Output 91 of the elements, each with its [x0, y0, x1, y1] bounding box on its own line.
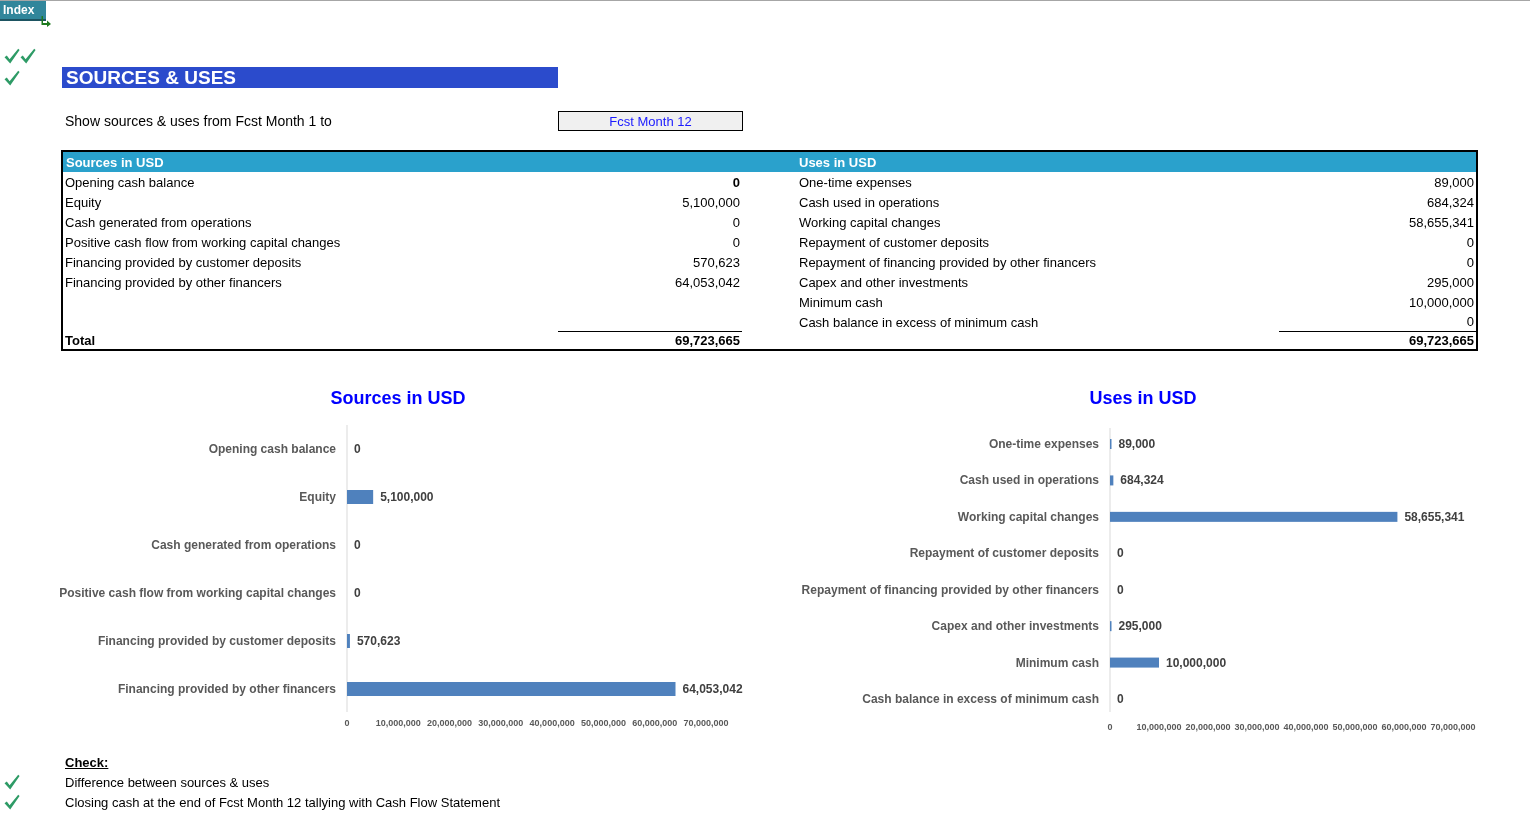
tick-label: 30,000,000	[478, 718, 524, 728]
period-select[interactable]: Fcst Month 12	[558, 111, 743, 131]
column-heading: Sources in USD	[66, 154, 164, 170]
amount: 10,000,000	[1408, 294, 1474, 310]
amount: 0	[732, 174, 740, 190]
amount: 0	[732, 234, 740, 250]
total-label: Total	[65, 333, 96, 348]
tick-label: 70,000,000	[683, 718, 729, 728]
tick-label: 40,000,000	[1283, 722, 1329, 732]
tick-label: 0	[344, 718, 350, 728]
amount: 0	[1466, 234, 1474, 250]
amount: 89,000	[1434, 174, 1474, 190]
tick-label: 40,000,000	[529, 718, 575, 728]
amount: 570,623	[693, 254, 740, 270]
category-label: One-time expenses	[988, 437, 1099, 451]
value-label: 64,053,042	[682, 682, 743, 696]
category-label: Cash used in operations	[959, 473, 1099, 488]
amount: 64,053,042	[674, 274, 740, 290]
period-label: Show sources & uses from Fcst Month 1 to	[65, 113, 332, 129]
category-label: Repayment of financing provided by other financers	[801, 582, 1099, 597]
category-label: Opening cash balance	[208, 442, 336, 456]
amount: 295,000	[1427, 274, 1474, 290]
row-label: One-time expenses	[799, 174, 912, 190]
row-label: Working capital changes	[799, 214, 941, 230]
value-label: 5,100,000	[380, 490, 434, 504]
row-label: Cash balance in excess of minimum cash	[799, 314, 1039, 330]
value-label: 0	[354, 538, 361, 552]
bar	[347, 634, 350, 648]
bar	[1110, 475, 1114, 486]
row-label: Positive cash flow from working capital changes	[65, 234, 341, 250]
row-label: Financing provided by other financers	[65, 274, 282, 290]
check-item: Closing cash at the end of Fcst Month 12 tallying with Cash Flow Statement	[65, 794, 500, 810]
category-label: Repayment of customer deposits	[909, 546, 1099, 561]
row-label: Financing provided by customer deposits	[65, 254, 302, 270]
tick-label: 50,000,000	[1332, 722, 1378, 732]
tick-label: 70,000,000	[1430, 722, 1476, 732]
tick-label: 60,000,000	[1381, 722, 1427, 732]
value-label: 10,000,000	[1166, 655, 1227, 670]
total-amount: 69,723,665	[1408, 333, 1474, 348]
category-label: Positive cash flow from working capital changes	[59, 586, 336, 600]
check-item: Difference between sources & uses	[65, 774, 270, 790]
value-label: 0	[354, 442, 361, 456]
row-label: Equity	[65, 194, 102, 210]
category-label: Equity	[299, 490, 336, 504]
value-label: 295,000	[1118, 619, 1162, 634]
tick-label: 60,000,000	[632, 718, 678, 728]
bar	[347, 490, 374, 504]
category-label: Working capital changes	[957, 509, 1099, 524]
value-label: 684,324	[1120, 473, 1164, 488]
row-label: Opening cash balance	[65, 174, 195, 190]
tick-label: 20,000,000	[1185, 722, 1231, 732]
tick-label: 50,000,000	[580, 718, 626, 728]
category-label: Financing provided by other financers	[117, 682, 336, 696]
column-heading: Uses in USD	[799, 154, 877, 170]
value-label: 58,655,341	[1404, 509, 1465, 524]
tick-label: 0	[1107, 722, 1113, 732]
category-label: Capex and other investments	[931, 619, 1099, 634]
row-label: Capex and other investments	[799, 274, 969, 290]
value-label: 0	[1117, 692, 1124, 706]
tick-label: 10,000,000	[1136, 722, 1182, 732]
amount: 58,655,341	[1408, 214, 1474, 230]
value-label: 0	[1117, 582, 1124, 597]
page-title: SOURCES & USES	[62, 67, 558, 88]
category-label: Minimum cash	[1015, 655, 1099, 670]
amount: 0	[1466, 254, 1474, 270]
value-label: 0	[1117, 546, 1124, 561]
value-label: 89,000	[1118, 437, 1156, 451]
category-label: Financing provided by customer deposits	[97, 634, 336, 648]
row-label: Repayment of financing provided by other financers	[799, 254, 1096, 270]
category-label: Cash balance in excess of minimum cash	[862, 692, 1099, 706]
category-label: Cash generated from operations	[151, 538, 336, 552]
tick-label: 30,000,000	[1234, 722, 1280, 732]
amount: 0	[732, 214, 740, 230]
row-label: Cash used in operations	[799, 194, 940, 210]
arrow-icon	[41, 16, 51, 27]
chart-title: Uses in USD	[1089, 388, 1197, 408]
tick-label: 10,000,000	[375, 718, 421, 728]
amount: 0	[1466, 314, 1474, 329]
bar	[1110, 657, 1159, 668]
tick-label: 20,000,000	[427, 718, 473, 728]
amount: 5,100,000	[682, 194, 740, 210]
index-button[interactable]: Index	[0, 1, 46, 21]
value-label: 0	[354, 586, 361, 600]
value-label: 570,623	[356, 634, 401, 648]
total-amount: 69,723,665	[674, 333, 740, 348]
row-label: Repayment of customer deposits	[799, 234, 990, 250]
row-label: Minimum cash	[799, 294, 883, 310]
row-label: Cash generated from operations	[65, 214, 252, 230]
amount: 684,324	[1427, 194, 1474, 210]
chart-title: Sources in USD	[330, 388, 466, 408]
check-heading: Check:	[65, 754, 109, 770]
